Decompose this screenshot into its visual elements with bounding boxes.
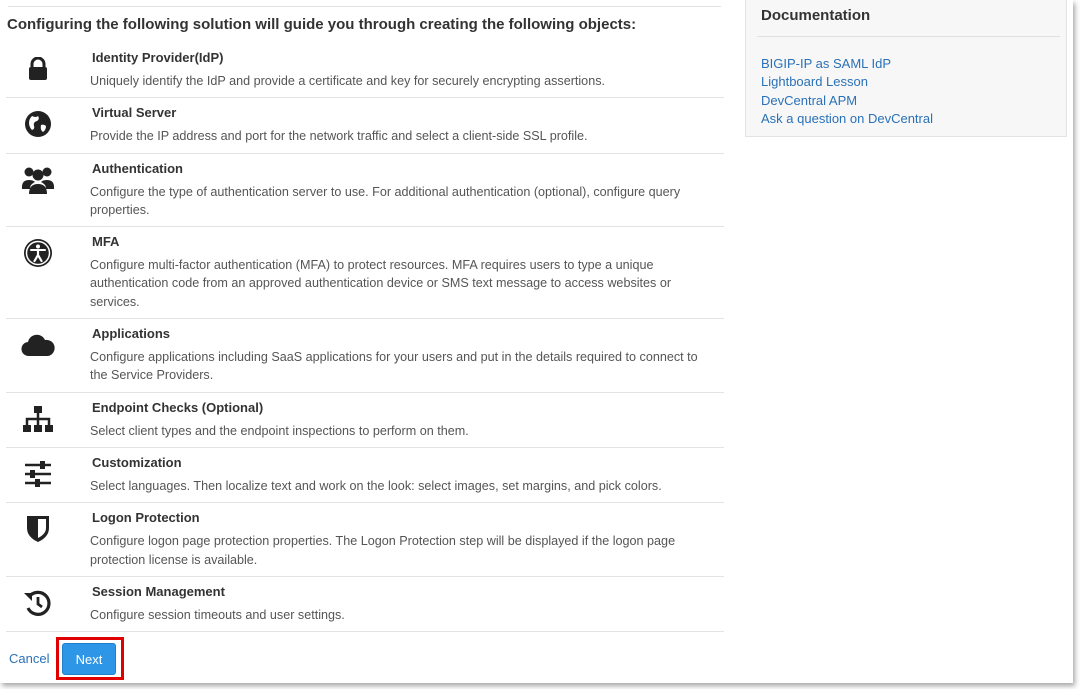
globe-icon (21, 107, 55, 141)
sitemap-icon (21, 402, 55, 436)
documentation-links: BIGIP-IP as SAML IdP Lightboard Lesson D… (761, 55, 933, 128)
item-title: Virtual Server (92, 105, 177, 121)
next-button[interactable]: Next (62, 643, 116, 675)
list-item-virtual-server: Virtual Server Provide the IP address an… (6, 98, 724, 154)
list-item-customization: Customization Select languages. Then loc… (6, 448, 724, 504)
item-title: Authentication (92, 160, 183, 176)
item-description: Configure applications including SaaS ap… (90, 350, 698, 383)
item-description: Configure multi-factor authentication (M… (90, 258, 672, 309)
item-title: Logon Protection (92, 510, 200, 526)
sliders-icon (21, 457, 55, 491)
doc-link-lightboard-lesson[interactable]: Lightboard Lesson (761, 73, 933, 91)
item-description: Select client types and the endpoint ins… (90, 423, 469, 438)
list-item-logon-protection: Logon Protection Configure logon page pr… (6, 503, 724, 577)
accessibility-icon (21, 236, 55, 270)
item-title: MFA (92, 234, 120, 250)
item-description: Configure the type of authentication ser… (90, 184, 681, 217)
top-divider (8, 6, 721, 7)
item-title: Session Management (92, 583, 225, 599)
doc-link-devcentral-apm[interactable]: DevCentral APM (761, 92, 933, 110)
documentation-title: Documentation (761, 7, 871, 24)
list-item-endpoint-checks: Endpoint Checks (Optional) Select client… (6, 393, 724, 448)
list-item-mfa: MFA Configure multi-factor authenticatio… (6, 227, 724, 320)
shield-icon (21, 512, 55, 546)
list-item-identity-provider: Identity Provider(IdP) Uniquely identify… (6, 43, 724, 99)
wizard-page: Configuring the following solution will … (0, 0, 1073, 683)
item-description: Provide the IP address and port for the … (90, 129, 588, 144)
item-title: Identity Provider(IdP) (92, 50, 224, 65)
list-item-applications: Applications Configure applications incl… (6, 319, 724, 393)
item-title: Customization (92, 454, 182, 470)
objects-list: Identity Provider(IdP) Uniquely identify… (6, 43, 724, 633)
item-description: Configure session timeouts and user sett… (90, 607, 345, 622)
cancel-link[interactable]: Cancel (9, 651, 49, 666)
users-icon (21, 163, 55, 197)
history-icon (21, 586, 55, 620)
item-title: Endpoint Checks (Optional) (92, 399, 264, 415)
item-description: Select languages. Then localize text and… (90, 478, 662, 493)
doc-link-saml-idp[interactable]: BIGIP-IP as SAML IdP (761, 55, 933, 73)
lock-icon (21, 52, 55, 86)
page-heading: Configuring the following solution will … (7, 16, 637, 33)
documentation-divider (757, 36, 1060, 37)
list-item-authentication: Authentication Configure the type of aut… (6, 154, 724, 228)
item-description: Configure logon page protection properti… (90, 534, 676, 567)
cloud-icon (21, 328, 55, 362)
list-item-session-management: Session Management Configure session tim… (6, 577, 724, 633)
doc-link-ask-question[interactable]: Ask a question on DevCentral (761, 110, 933, 128)
documentation-panel: Documentation BIGIP-IP as SAML IdP Light… (745, 0, 1067, 137)
item-description: Uniquely identify the IdP and provide a … (90, 74, 605, 88)
item-title: Applications (92, 326, 171, 342)
